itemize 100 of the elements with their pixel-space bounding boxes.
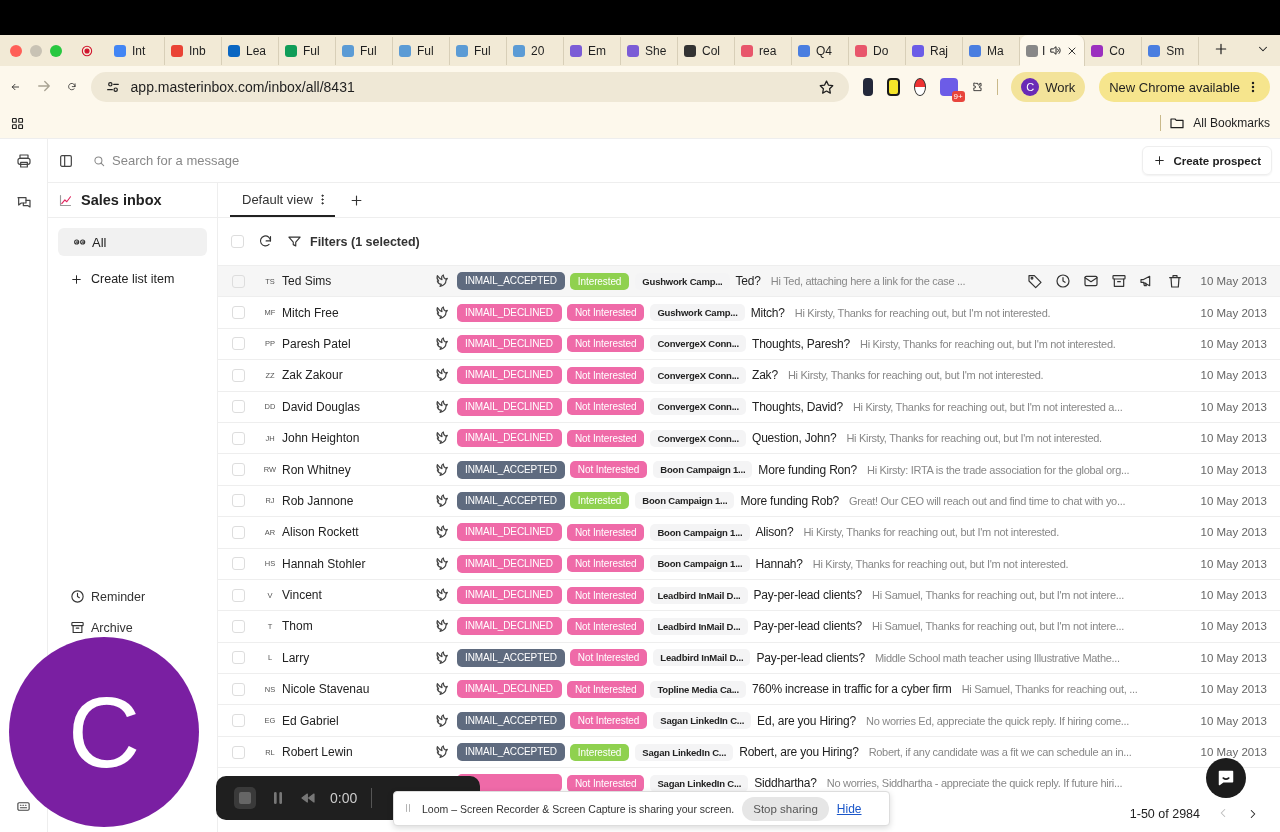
campaign-tag: Leadbird InMail D... [653,649,751,667]
message-preview: Middle School math teacher using Illustrative Mathe... [874,651,1120,664]
interest-tag: Interested [569,272,630,290]
message-subject: Ted? [735,274,761,289]
browser-tab[interactable]: Co [1085,36,1143,65]
campaign-tag: Boon Campaign 1... [650,523,750,541]
update-button[interactable]: New Chrome available [1099,72,1270,102]
filters-button[interactable]: Filters (1 selected) [287,234,420,249]
profile-button[interactable]: C Work [1011,72,1086,102]
contact-name: Robert Lewin [282,745,353,760]
browser-tab[interactable]: Int [108,36,165,65]
hide-link[interactable]: Hide [836,801,862,816]
message-date: 10 May 2013 [1200,432,1267,445]
recording-timer: 0:00 [330,790,358,806]
message-preview: Hi Kirsty, Thanks for reaching out, but I'm not interested. [846,432,1102,445]
status-tag: INMAIL_ACCEPTED [457,460,565,479]
browser-tab[interactable]: Q4 [792,36,849,65]
browser-tab[interactable]: 20 [507,36,564,65]
interest-tag: Not Interested [567,774,645,792]
campaign-tag: Topline Media Ca... [650,680,746,698]
message-date: 10 May 2013 [1200,620,1267,633]
interest-tag: Not Interested [567,398,645,416]
message-date: 10 May 2013 [1200,275,1267,288]
bookmarks-folder[interactable]: All Bookmarks [1193,116,1270,130]
status-tag: INMAIL_DECLINED [457,523,562,542]
message-preview: Hi Samuel, Thanks for reaching out, but I'm not intere... [872,589,1125,602]
contact-name: Ron Whitney [282,462,351,477]
sidebar-item[interactable]: Archive [70,620,133,635]
create-prospect-button[interactable]: Create prospect [1142,146,1272,175]
message-date: 10 May 2013 [1200,306,1267,319]
contact-name: Vincent [282,588,322,603]
interest-tag: Not Interested [567,555,645,573]
browser-tab[interactable]: She [621,36,678,65]
interest-tag: Not Interested [569,461,648,479]
interest-tag: Interested [569,492,630,510]
status-tag: INMAIL_DECLINED [457,429,562,448]
message-subject: More funding Ron? [758,462,858,477]
status-tag: INMAIL_ACCEPTED [457,711,565,730]
message-preview: Hi Samuel, Thanks for reaching out, ... [961,683,1138,696]
create-list-item-button[interactable]: Create list item [48,272,217,286]
message-preview: Hi Kirsty, Thanks for reaching out, but I'm not interested. [860,337,1116,350]
interest-tag: Not Interested [567,618,645,635]
browser-tab[interactable]: Do [849,36,906,65]
interest-tag: Not Interested [567,429,645,447]
message-subject: Pay-per-lead clients? [753,588,863,603]
message-date: 10 May 2013 [1200,651,1267,664]
message-preview: Great! Our CEO will reach out and find time to chat with yo... [849,494,1126,507]
message-subject: Thoughts, Paresh? [752,336,850,351]
browser-tab[interactable]: Ful [336,36,393,65]
search-field[interactable]: Search for a message [92,153,240,168]
pagination-range: 1-50 of 2984 [1129,807,1200,821]
browser-tab[interactable]: Ful [279,36,336,65]
message-subject: Question, John? [752,431,837,446]
message-subject: Siddhartha? [754,776,817,791]
address-bar[interactable]: app.masterinbox.com/inbox/all/8431 [90,72,849,102]
browser-tab[interactable]: I [1020,35,1086,66]
status-tag: INMAIL_ACCEPTED [457,491,565,510]
contact-name: Thom [282,619,313,634]
browser-tab[interactable]: Col [678,36,735,65]
browser-tab[interactable]: Raj [906,36,963,65]
interest-tag: Not Interested [567,586,645,604]
browser-tab[interactable]: Sm [1142,36,1200,65]
campaign-tag: Boon Campaign 1... [635,492,735,510]
message-date: 10 May 2013 [1200,369,1267,382]
browser-tab[interactable]: rea [735,36,792,65]
status-tag: INMAIL_ACCEPTED [457,648,565,667]
campaign-tag: Leadbird InMail D... [650,586,748,604]
stop-sharing-button[interactable]: Stop sharing [742,796,829,821]
campaign-tag: Gushwork Camp... [650,304,745,322]
message-subject: Thoughts, David? [752,399,843,414]
interest-tag: Not Interested [567,680,645,698]
interest-tag: Not Interested [567,523,645,541]
campaign-tag: ConvergeX Conn... [650,335,746,353]
status-tag: INMAIL_DECLINED [457,617,562,636]
message-preview: Hi Samuel, Thanks for reaching out, but I'm not intere... [872,620,1125,633]
sidebar-item[interactable]: Reminder [70,589,146,604]
contact-name: Ted Sims [282,274,332,289]
status-tag: INMAIL_DECLINED [457,397,562,416]
browser-tab[interactable]: Ful [393,36,450,65]
sidebar-item[interactable]: All [58,228,207,256]
view-tab[interactable]: Default view [230,183,335,217]
browser-tab[interactable]: Lea [222,36,279,65]
browser-tab[interactable]: Inb [165,36,222,65]
notification-badge: 9+ [951,91,965,102]
status-tag: INMAIL_DECLINED [457,680,562,699]
contact-name: John Heighton [282,431,360,446]
browser-tab[interactable]: Em [564,36,621,65]
message-subject: 760% increase in traffic for a cyber firm [751,682,952,697]
status-tag: INMAIL_DECLINED [457,586,562,605]
message-date: 10 May 2013 [1200,463,1267,476]
contact-name: Ed Gabriel [282,713,339,728]
message-preview: Hi Kirsty, Thanks for reaching out, but I'm not interested. [787,369,1044,382]
message-subject: Pay-per-lead clients? [753,619,863,634]
campaign-tag: Boon Campaign 1... [650,555,750,573]
message-date: 10 May 2013 [1200,683,1267,696]
interest-tag: Not Interested [567,335,645,353]
status-tag: INMAIL_ACCEPTED [457,272,565,291]
campaign-tag: Leadbird InMail D... [650,618,748,635]
message-date: 10 May 2013 [1200,746,1267,759]
browser-tab[interactable]: Ful [450,36,507,65]
